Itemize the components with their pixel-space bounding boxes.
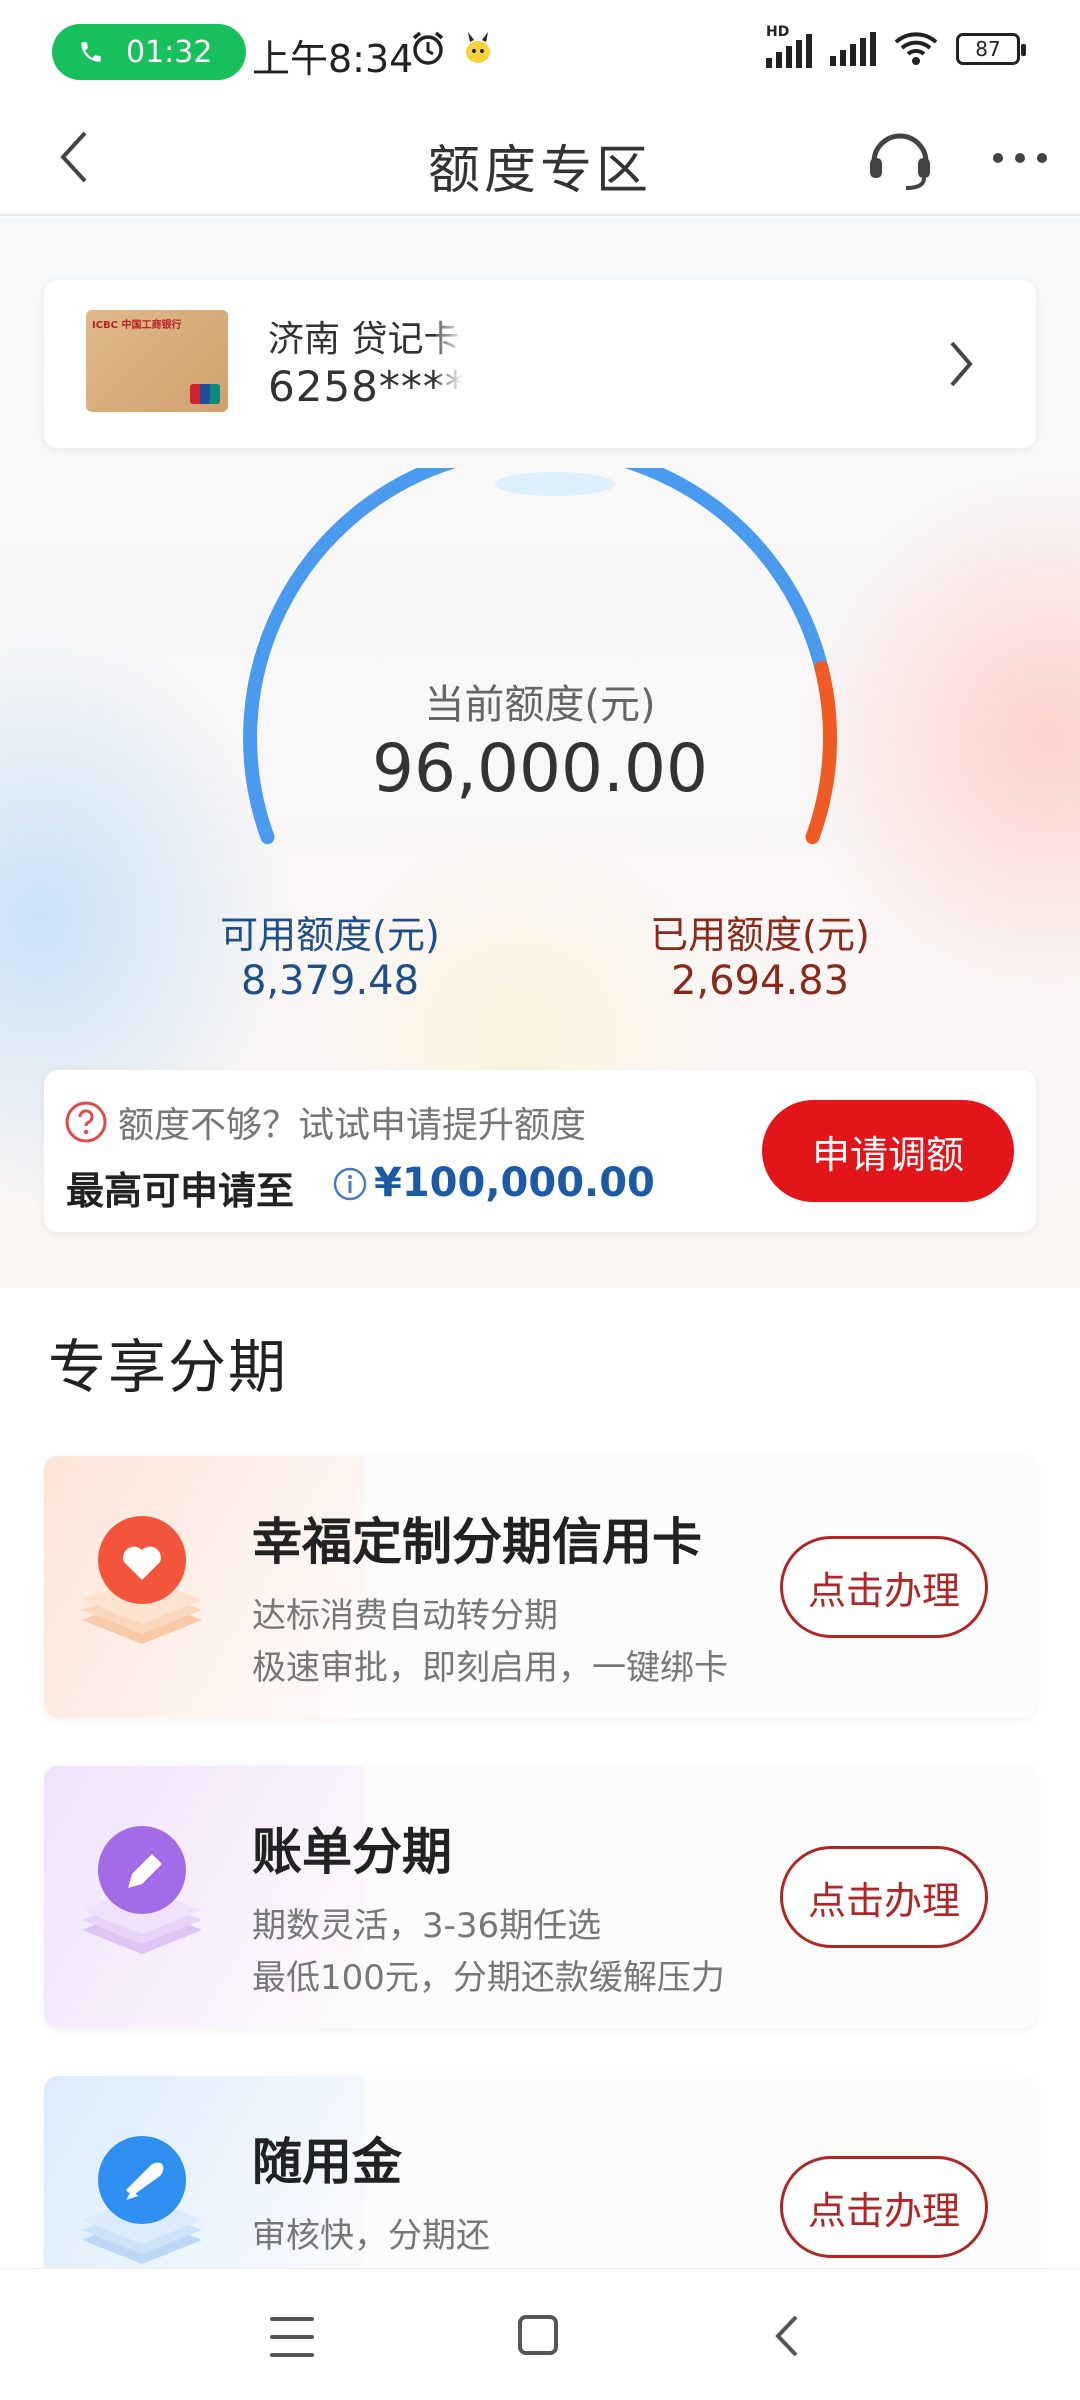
menu-line xyxy=(270,2317,314,2321)
item-desc-1: 达标消费自动转分期 xyxy=(252,1596,558,1636)
battery-indicator: 87 xyxy=(956,33,1026,65)
chevron-left-icon xyxy=(775,2315,798,2357)
item-desc-2: 极速审批，即刻启用，一键绑卡 xyxy=(252,1648,728,1688)
card-info-mask xyxy=(436,280,506,448)
dot-icon xyxy=(1037,153,1047,163)
available-limit-value: 8,379.48 xyxy=(240,958,420,1004)
heart-icon xyxy=(82,1516,202,1644)
raise-limit-card: 额度不够？试试申请提升额度 最高可申请至 ¥100,000.00 申请调额 xyxy=(44,1070,1036,1232)
apply-button[interactable]: 点击办理 xyxy=(780,1536,988,1638)
item-title: 账单分期 xyxy=(252,1823,452,1881)
home-button[interactable] xyxy=(518,2315,558,2355)
installment-item-bill[interactable]: 账单分期 期数灵活，3-36期任选 最低100元，分期还款缓解压力 点击办理 xyxy=(44,1766,1036,2028)
current-limit-label: 当前额度(元) xyxy=(424,682,656,728)
max-apply-label: 最高可申请至 xyxy=(66,1169,295,1213)
item-title: 随用金 xyxy=(252,2133,402,2191)
used-limit-label: 已用额度(元) xyxy=(650,913,870,957)
customer-service-button[interactable] xyxy=(860,118,940,198)
raise-tip: 额度不够？试试申请提升额度 xyxy=(118,1105,587,1146)
phone-icon xyxy=(81,42,101,62)
item-title: 幸福定制分期信用卡 xyxy=(252,1513,702,1571)
installment-item-happiness-card[interactable]: 幸福定制分期信用卡 达标消费自动转分期 极速审批，即刻启用，一键绑卡 点击办理 xyxy=(44,1456,1036,1718)
system-navigation-bar xyxy=(0,2268,1080,2400)
card-name: 济南 贷记卡 xyxy=(268,319,460,360)
item-desc-1: 审核快，分期还 xyxy=(252,2216,490,2256)
max-apply-value: ¥100,000.00 xyxy=(374,1160,655,1206)
ongoing-call-pill[interactable]: 01:32 xyxy=(52,24,246,80)
signal-strength-2 xyxy=(830,32,876,66)
card-selector[interactable]: ICBC 中国工商银行 济南 贷记卡 6258****7 xyxy=(44,280,1036,448)
unionpay-logo xyxy=(190,384,220,404)
current-limit-value: 96,000.00 xyxy=(372,730,708,807)
question-icon xyxy=(65,1101,107,1143)
credit-limit-panel: ICBC 中国工商银行 济南 贷记卡 6258****7 当前额度(元) 96,… xyxy=(0,218,1080,1288)
status-bar: 01:32 上午8:34 HD 87 xyxy=(0,0,1080,100)
app-header: 额度专区 xyxy=(0,100,1080,216)
apply-button[interactable]: 点击办理 xyxy=(780,2156,988,2258)
signal-strength-1: HD xyxy=(766,24,812,68)
recent-apps-button[interactable] xyxy=(270,2317,314,2357)
system-back-button[interactable] xyxy=(762,2311,812,2361)
used-limit-value: 2,694.83 xyxy=(670,958,850,1004)
call-timer: 01:32 xyxy=(126,34,213,70)
available-limit-label: 可用额度(元) xyxy=(220,913,440,957)
bank-logo: ICBC 中国工商银行 xyxy=(92,320,182,331)
item-desc-2: 最低100元，分期还款缓解压力 xyxy=(252,1958,725,1998)
dot-icon xyxy=(993,153,1003,163)
apply-adjust-button[interactable]: 申请调额 xyxy=(762,1100,1014,1202)
alarm-icon xyxy=(412,31,444,65)
mascot-icon xyxy=(466,32,490,63)
chevron-right-icon xyxy=(936,336,986,392)
card-image: ICBC 中国工商银行 xyxy=(86,310,228,412)
clock: 上午8:34 xyxy=(252,37,414,81)
dot-icon xyxy=(1015,153,1025,163)
menu-line xyxy=(270,2335,314,2339)
rocket-icon xyxy=(82,2136,202,2264)
info-icon[interactable] xyxy=(332,1166,368,1202)
item-desc-1: 期数灵活，3-36期任选 xyxy=(252,1906,602,1946)
pen-icon xyxy=(82,1826,202,1954)
apply-button[interactable]: 点击办理 xyxy=(780,1846,988,1948)
section-title: 专享分期 xyxy=(48,1333,289,1401)
wifi-icon xyxy=(894,32,938,65)
hd-label: HD xyxy=(766,24,790,40)
headset-icon xyxy=(870,133,930,190)
menu-line xyxy=(270,2353,314,2357)
more-options-button[interactable] xyxy=(980,128,1060,188)
